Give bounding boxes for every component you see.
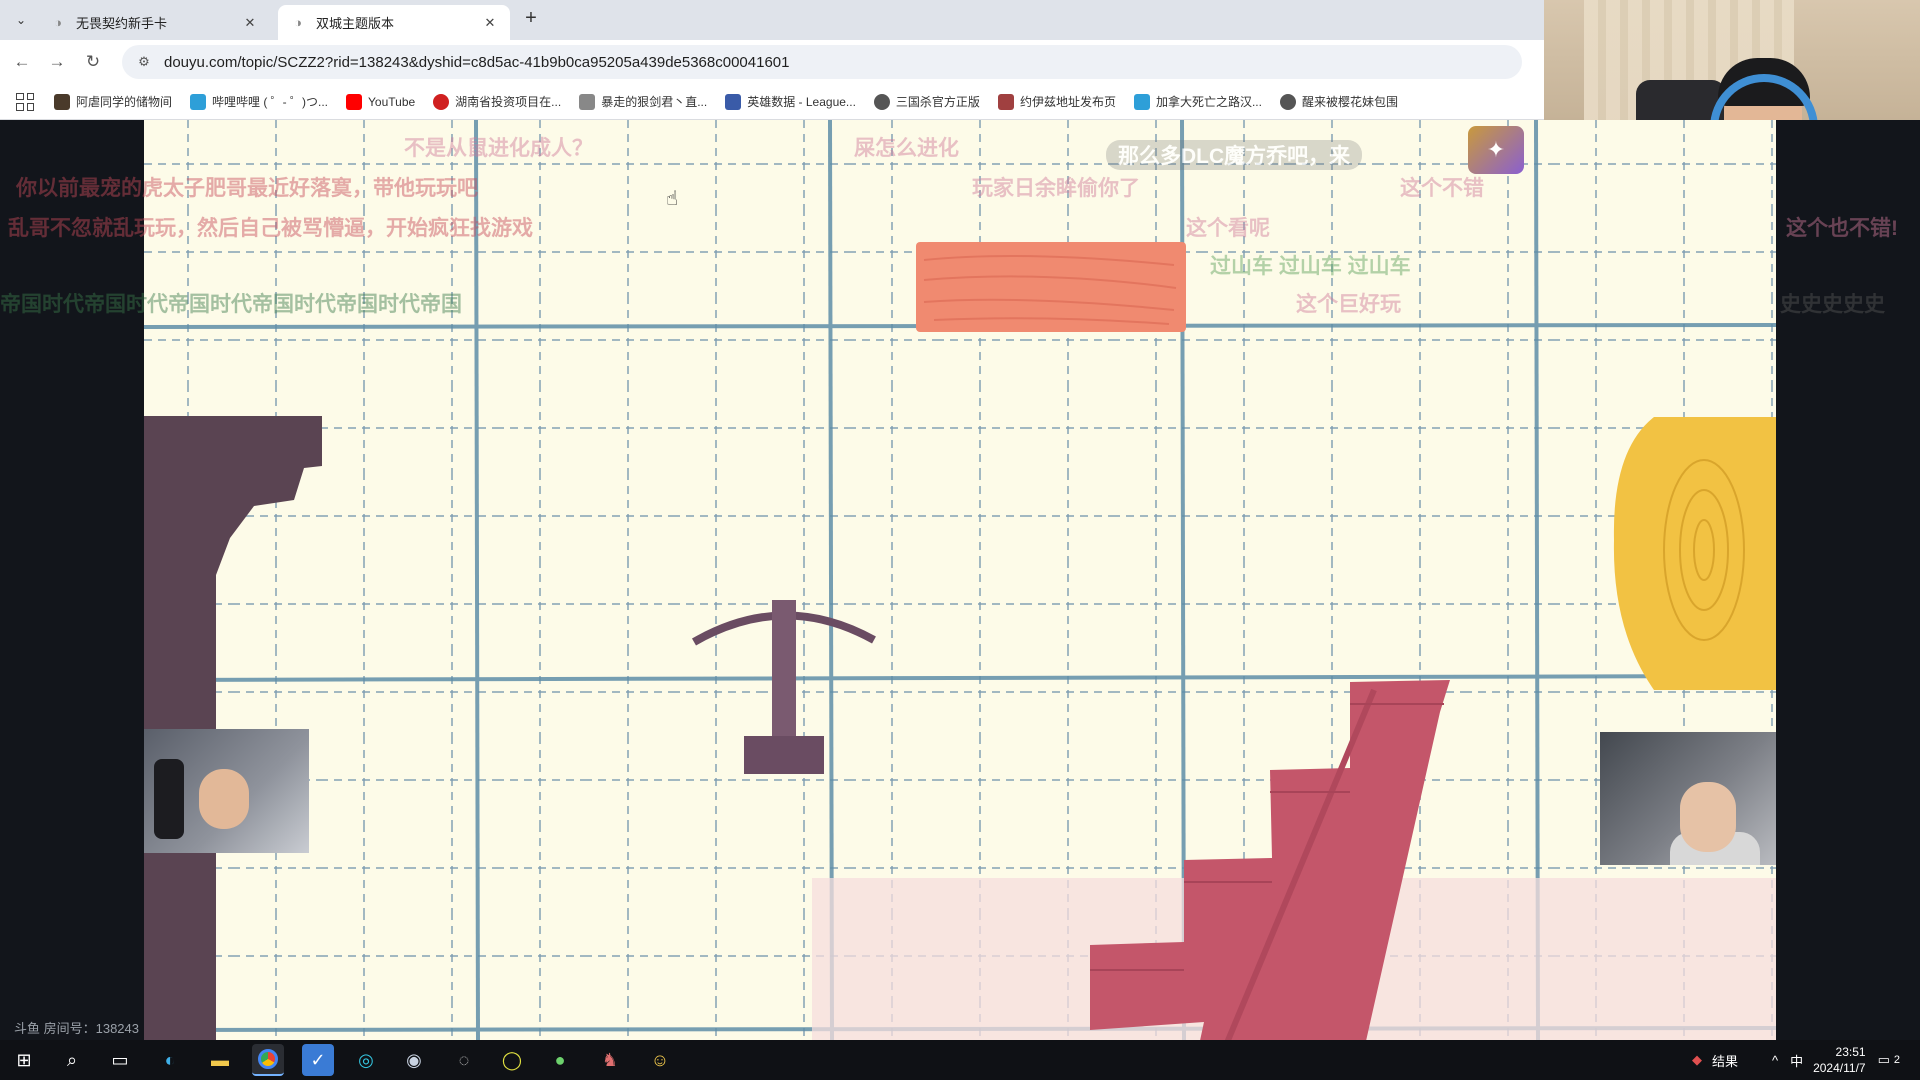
windows-start-icon[interactable]: ⊞ [8,1044,40,1076]
bookmark-label: 加拿大死亡之路汉... [1155,95,1262,109]
game-canvas [144,120,1776,1040]
ime-label[interactable]: 结果 [1712,1051,1738,1070]
danmu-comment: 这个巨好玩 [1296,293,1401,316]
bookmarks-bar: 阿虐同学的储物间 哔哩哔哩 ( ゜- ゜)つ... YouTube 湖南省投资项… [0,84,1544,120]
guest-webcam-right [1600,732,1776,865]
bookmark-item[interactable]: 加拿大死亡之路汉... [1133,93,1262,110]
globe-icon [873,93,890,110]
apps-grid-icon[interactable] [16,92,34,111]
bookmark-item[interactable]: 阿虐同学的储物间 [54,93,172,110]
file-explorer-icon[interactable]: ▬ [204,1044,236,1076]
douyu-favicon-icon: ◑ [54,14,62,30]
close-icon[interactable]: ✕ [242,15,258,31]
danmu-comment: 这个看呢 [1186,217,1270,240]
globe-icon [1279,93,1296,110]
youtube-icon [346,93,363,110]
danmu-comment: 过山车 过山车 过山车 [1210,255,1411,278]
danmu-comment: 屎怎么进化 [854,137,959,160]
tab-1[interactable]: ◑ 双城主题版本 ✕ [278,5,510,40]
site-info-icon[interactable]: ⚙ [134,54,154,70]
tab-bar: ⌄ ◑ 无畏契约新手卡 ✕ ◑ 双城主题版本 ✕ + [0,0,1544,40]
app-icon-3[interactable]: ◯ [496,1044,528,1076]
forward-icon[interactable]: → [45,50,69,74]
bookmark-item[interactable]: 英雄数据 - League... [725,93,856,110]
search-icon[interactable]: ⌕ [56,1044,88,1076]
bookmark-item[interactable]: 哔哩哔哩 ( ゜- ゜)つ... [190,93,328,110]
danmu-comment: 帝国时代帝国时代帝国时代帝国时代帝国时代帝国 [0,293,462,316]
event-badge-icon[interactable]: ✦ [1468,126,1524,174]
system-tray: ◆ 结果 ^ 中 23:51 2024/11/7 ▭ 2 [1692,1040,1920,1080]
notification-icon[interactable]: ▭ [1878,1052,1890,1068]
bookmark-label: 哔哩哔哩 ( ゜- ゜)つ... [212,95,329,109]
bookmark-icon [997,93,1014,110]
danmu-comment: 那么多DLC魔方乔吧，来 [1106,140,1363,170]
chrome-icon[interactable] [252,1044,284,1076]
clock[interactable]: 23:51 2024/11/7 [1813,1044,1866,1076]
clock-time: 23:51 [1835,1045,1866,1059]
browser-toolbar: ← → ↻ ⚙ douyu.com/topic/SCZZ2?rid=138243… [0,40,1544,84]
bookmark-icon [579,93,596,110]
bookmark-label: 约伊兹地址发布页 [1019,95,1116,109]
tab-search-button[interactable]: ⌄ [10,9,32,31]
back-icon[interactable]: ← [10,50,34,74]
hand-cursor-icon: ☝ [666,188,679,210]
feishu-icon[interactable]: ✓ [302,1044,334,1076]
tab-title: 双城主题版本 [316,16,395,31]
steam-icon[interactable]: ◉ [398,1044,430,1076]
bookmark-icon [54,93,70,110]
clock-date: 2024/11/7 [1813,1061,1866,1075]
app-icon-4[interactable]: ● [544,1044,576,1076]
bookmark-item[interactable]: 湖南省投资项目在... [433,93,561,110]
bookmark-item[interactable]: 暴走的狠剑君丶直... [579,93,707,110]
bookmark-item[interactable]: YouTube [346,93,416,110]
danmu-comment: 史史史史史 [1780,293,1885,316]
bookmark-label: 醒来被樱花妹包围 [1301,95,1398,109]
edge-icon[interactable]: ◐ [154,1044,186,1076]
bookmark-icon [1133,93,1150,110]
language-indicator[interactable]: 中 [1790,1051,1803,1070]
tab-0[interactable]: ◑ 无畏契约新手卡 ✕ [38,5,270,40]
bookmark-icon [433,93,450,110]
reload-icon[interactable]: ↻ [81,50,105,74]
app-icon-5[interactable]: ☺ [644,1044,676,1076]
game-scene [144,120,1776,1040]
bookmark-item[interactable]: 约伊兹地址发布页 [997,93,1116,110]
danmu-comment: 这个不错 [1400,177,1484,200]
danmu-comment: 玩家日余眸偷你了 [972,177,1140,200]
room-id-label: 斗鱼 房间号：138243 [14,1021,139,1036]
app-icon[interactable]: ◎ [350,1044,382,1076]
bookmark-item[interactable]: 三国杀官方正版 [873,93,980,110]
bookmark-icon [190,93,207,110]
url-text: douyu.com/topic/SCZZ2?rid=138243&dyshid=… [164,53,790,71]
bookmark-label: 暴走的狠剑君丶直... [601,95,708,109]
bookmark-icon [725,93,742,110]
ime-icon[interactable]: ◆ [1692,1052,1702,1068]
taskbar: ⊞ ⌕ ▭ ◐ ▬ ✓ ◎ ◉ ◌ ◯ ● ♞ ☺ ◆ 结果 ^ 中 23:51… [0,1040,1920,1080]
guest-webcam-left [144,729,309,853]
douyu-favicon-icon: ◑ [294,14,302,30]
new-tab-button[interactable]: + [520,8,542,30]
app-icon-2[interactable]: ◌ [448,1044,480,1076]
notification-count: 2 [1893,1054,1900,1066]
chevron-up-icon[interactable]: ^ [1772,1053,1778,1068]
close-icon[interactable]: ✕ [482,15,498,31]
danmu-comment: 乱哥不忽就乱玩玩，然后自己被骂懵逼，开始疯狂找游戏 [8,217,533,240]
bookmark-label: YouTube [368,94,416,109]
bookmark-label: 三国杀官方正版 [895,95,980,109]
bookmark-label: 湖南省投资项目在... [455,95,562,109]
game-icon[interactable]: ♞ [594,1044,626,1076]
stream-player[interactable]: ✦ ☝ 不是从鼠进化成人？ 屎怎么进化 那么多DLC魔方乔吧，来 你以前最宠的虎… [0,120,1920,1040]
task-view-icon[interactable]: ▭ [104,1044,136,1076]
bookmark-label: 阿虐同学的储物间 [76,95,173,109]
danmu-comment: 这个也不错! [1786,217,1898,240]
bookmark-label: 英雄数据 - League... [747,95,856,109]
danmu-comment: 你以前最宠的虎太子肥哥最近好落寞，带他玩玩吧 [16,177,478,200]
bookmark-item[interactable]: 醒来被樱花妹包围 [1279,93,1398,110]
address-bar[interactable]: ⚙ douyu.com/topic/SCZZ2?rid=138243&dyshi… [122,45,1522,79]
tab-title: 无畏契约新手卡 [76,16,168,31]
danmu-comment: 不是从鼠进化成人？ [404,137,593,160]
